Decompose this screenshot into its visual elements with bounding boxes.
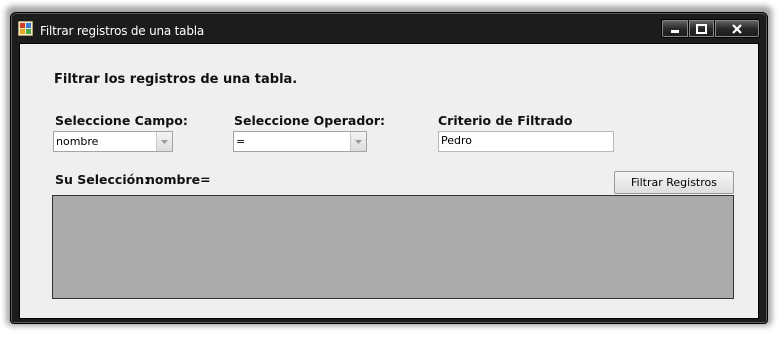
- operador-label: Seleccione Operador:: [234, 113, 386, 128]
- form-client-area: Filtrar los registros de una tabla. Sele…: [19, 43, 759, 319]
- campo-select[interactable]: nombre: [53, 131, 173, 152]
- operador-select[interactable]: =: [233, 131, 367, 152]
- campo-select-value: nombre: [56, 135, 99, 148]
- maximize-button[interactable]: [688, 19, 715, 38]
- criterio-label: Criterio de Filtrado: [438, 113, 573, 128]
- form-heading: Filtrar los registros de una tabla.: [54, 72, 298, 87]
- chevron-down-icon[interactable]: [156, 132, 172, 151]
- close-button[interactable]: [714, 19, 760, 38]
- criterio-input[interactable]: [441, 134, 601, 147]
- seleccion-value: nombre=: [146, 172, 211, 187]
- title-bar[interactable]: Filtrar registros de una tabla: [11, 13, 767, 39]
- app-window: Filtrar registros de una tabla Filtrar l…: [10, 12, 768, 324]
- results-grid[interactable]: [52, 195, 734, 299]
- seleccion-label: Su Selección:: [55, 172, 150, 187]
- close-icon: [732, 23, 742, 34]
- window-title: Filtrar registros de una tabla: [40, 24, 205, 38]
- minimize-icon: [671, 29, 679, 33]
- app-icon: [18, 21, 33, 36]
- campo-label: Seleccione Campo:: [55, 113, 188, 128]
- minimize-button[interactable]: [661, 19, 689, 38]
- maximize-icon: [696, 23, 707, 34]
- chevron-down-icon[interactable]: [350, 132, 366, 151]
- filtrar-registros-button[interactable]: Filtrar Registros: [614, 171, 734, 194]
- operador-select-value: =: [236, 135, 246, 148]
- criterio-input-box[interactable]: [438, 131, 614, 152]
